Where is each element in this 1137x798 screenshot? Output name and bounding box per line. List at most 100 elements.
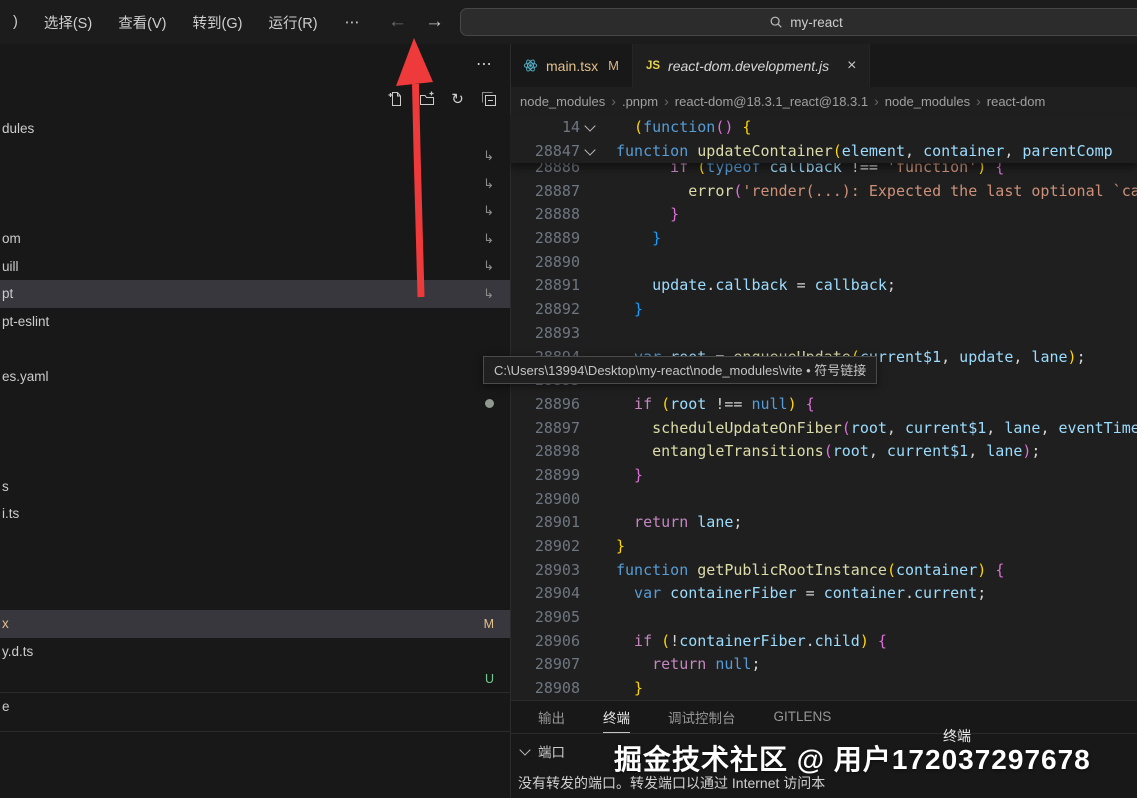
code-line: 28901return lane; [510,511,1137,535]
code-text: } [616,203,679,227]
tree-row[interactable]: pt-eslint [0,308,510,336]
code-area[interactable]: 28886if (typeof callback !== 'function')… [510,156,1137,700]
token: { [742,118,751,136]
tree-row[interactable]: ↳ [0,143,510,171]
tree-row[interactable]: s [0,473,510,501]
breadcrumb-item[interactable]: react-dom@18.3.1_react@18.3.1 [675,94,868,109]
tree-label: uill [2,259,19,274]
tab-main-tsx[interactable]: main.tsx M [510,44,633,87]
tree-row[interactable]: i.ts [0,500,510,528]
fold-chevron[interactable] [580,139,600,163]
explorer-toolbar: ↻ [387,90,497,107]
code-text: function getPublicRootInstance(container… [616,559,1004,583]
tree-row[interactable]: pt↳ [0,280,510,308]
token: ) [788,395,797,413]
menu-overflow-icon[interactable]: ⋯ [331,13,376,31]
line-number: 28898 [510,440,580,464]
token: } [634,466,643,484]
panel-tab-调试控制台[interactable]: 调试控制台 [668,701,736,733]
token: } [652,229,661,247]
line-number: 28893 [510,322,580,346]
tree-row[interactable]: om↳ [0,225,510,253]
search-icon [769,15,783,29]
tree-row[interactable] [0,528,510,556]
close-icon[interactable]: × [847,57,856,75]
token: return [634,513,697,531]
new-folder-icon[interactable] [418,90,435,107]
collapse-all-icon[interactable] [480,90,497,107]
token: lane [1031,348,1067,366]
tree-row[interactable] [0,418,510,446]
token: . [905,584,914,602]
token: entangleTransitions [652,442,824,460]
panel-tab-终端[interactable]: 终端 [603,701,630,733]
token: scheduleUpdateOnFiber [652,419,842,437]
js-file-icon: JS [646,60,660,72]
panel-tab-GITLENS[interactable]: GITLENS [774,701,832,733]
code-line: 28893 [510,322,1137,346]
react-file-icon [523,58,538,73]
line-number: 28899 [510,464,580,488]
token: ( [842,419,851,437]
tree-row[interactable] [0,555,510,583]
token: } [634,679,643,697]
menu-item[interactable]: 转到(G) [180,12,256,33]
ports-label: 端口 [538,741,565,761]
tree-row[interactable] [0,335,510,363]
tree-row[interactable] [0,445,510,473]
tree-row[interactable]: ↳ [0,198,510,226]
new-file-icon[interactable] [387,90,404,107]
tree-row[interactable]: e [0,693,510,721]
chevron-down-icon [584,120,595,131]
token: () [715,118,733,136]
tree-label: pt [2,286,13,301]
refresh-icon[interactable]: ↻ [449,90,466,107]
breadcrumb-item[interactable]: .pnpm [622,94,658,109]
tree-row[interactable]: U [0,665,510,693]
code-line: 28906if (!containerFiber.child) { [510,630,1137,654]
tree-row[interactable] [0,390,510,418]
tree-row[interactable]: es.yaml [0,363,510,391]
breadcrumb: node_modules›.pnpm›react-dom@18.3.1_reac… [510,87,1137,115]
explorer-more-actions-icon[interactable]: ⋯ [476,54,494,74]
fold-chevron[interactable] [580,115,600,139]
menu-item[interactable]: ) [0,14,31,30]
tree-row[interactable]: xM [0,610,510,638]
breadcrumb-item[interactable]: react-dom [987,94,1046,109]
breadcrumb-item[interactable]: node_modules [885,94,970,109]
menu-item[interactable]: 运行(R) [255,12,330,33]
menu-item[interactable]: 查看(V) [105,12,179,33]
tab-react-dom-development-js[interactable]: JS react-dom.development.js × [633,44,871,87]
line-number: 28903 [510,559,580,583]
panel-tab-输出[interactable]: 输出 [538,701,565,733]
line-number: 28902 [510,535,580,559]
ports-section-header[interactable]: 端口 [510,733,1137,767]
tree-row[interactable]: y.d.ts [0,638,510,666]
token: eventTime [1059,419,1137,437]
ports-empty-message: 没有转发的端口。转发端口以通过 Internet 访问本 [510,767,1137,793]
command-center-search[interactable]: my-react [460,8,1137,36]
tree-row[interactable]: uill↳ [0,253,510,281]
forward-arrow-icon[interactable]: → [425,11,444,33]
symlink-icon: ↳ [483,148,494,164]
token: updateContainer [697,142,832,160]
token: ( [661,632,670,650]
token: containerFiber [670,584,796,602]
line-number: 28892 [510,298,580,322]
tree-row[interactable] [0,583,510,611]
code-text: var containerFiber = container.current; [616,582,986,606]
code-line: 28904var containerFiber = container.curr… [510,582,1137,606]
back-arrow-icon[interactable]: ← [388,11,407,33]
tree-row[interactable]: dules [0,115,510,143]
menu-item[interactable]: 选择(S) [31,12,105,33]
line-number: 28890 [510,251,580,275]
breadcrumb-item[interactable]: node_modules [520,94,605,109]
token: error [688,182,733,200]
token: 'render(...): Expected the last optional… [742,182,1137,200]
code-line: 28888} [510,203,1137,227]
token: root [833,442,869,460]
code-text: return lane; [616,511,742,535]
code-text: entangleTransitions(root, current$1, lan… [616,440,1040,464]
tree-row[interactable]: ↳ [0,170,510,198]
token: ( [887,561,896,579]
